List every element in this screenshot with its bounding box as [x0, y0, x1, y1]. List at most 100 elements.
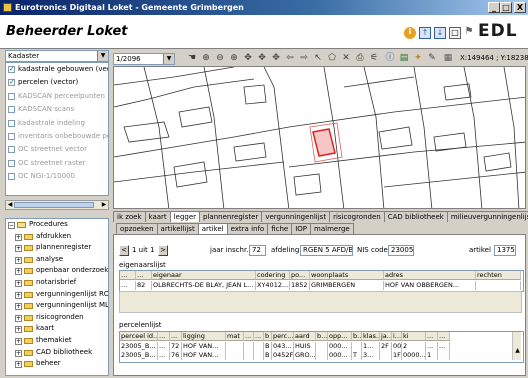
- import-icon[interactable]: ↓: [434, 27, 446, 39]
- sub-tab[interactable]: extra info: [226, 223, 269, 234]
- tree-item[interactable]: + themakiet: [6, 335, 108, 347]
- layer-item[interactable]: ✓ kadastrale gebouwen (vect: [6, 63, 108, 76]
- info-tool-icon[interactable]: ⓘ: [384, 52, 396, 64]
- column-header[interactable]: ...: [136, 271, 152, 280]
- info-icon[interactable]: i: [404, 27, 416, 39]
- artikel-field[interactable]: 1375: [494, 245, 516, 256]
- measure-icon[interactable]: ⚟: [368, 52, 380, 64]
- column-header[interactable]: woonplaats: [310, 271, 384, 280]
- layer-checkbox[interactable]: [8, 92, 15, 100]
- column-header[interactable]: aard: [294, 332, 316, 341]
- column-header[interactable]: b...: [316, 332, 328, 341]
- column-header[interactable]: ja...: [380, 332, 392, 341]
- layer-item[interactable]: ✓ percelen (vector): [6, 76, 108, 89]
- expand-icon[interactable]: +: [15, 349, 22, 357]
- tree-item[interactable]: + beheer: [6, 358, 108, 370]
- column-header[interactable]: adres: [384, 271, 476, 280]
- nis-field[interactable]: 23005: [388, 245, 414, 256]
- tree-item[interactable]: + kaart: [6, 323, 108, 335]
- minimize-button[interactable]: _: [488, 2, 500, 13]
- tree-item[interactable]: + plannenregister: [6, 242, 108, 254]
- scale-select[interactable]: 1/2096 ▼: [113, 53, 175, 65]
- layers-icon[interactable]: ▤: [398, 52, 410, 64]
- column-header[interactable]: opp...: [328, 332, 352, 341]
- select-arrow-icon[interactable]: ↖: [312, 52, 324, 64]
- table-row[interactable]: ... 82 OLBRECHTS-DE BLAY, JEAN L... XY4012.…: [120, 281, 523, 290]
- tree-item[interactable]: + vergunningenlijst RO: [6, 289, 108, 301]
- layer-checkbox[interactable]: ✓: [8, 66, 15, 73]
- column-header[interactable]: b...: [352, 332, 362, 341]
- expand-icon[interactable]: +: [15, 326, 22, 334]
- layer-item[interactable]: OC streetnet vector: [6, 143, 108, 156]
- main-tab[interactable]: kaart: [144, 211, 171, 222]
- zoom-window-icon[interactable]: ⊕: [228, 52, 240, 64]
- column-header[interactable]: ...: [158, 332, 170, 341]
- sub-tab[interactable]: artikellijst: [156, 223, 199, 234]
- tree-item[interactable]: + vergunningenlijst ML: [6, 300, 108, 312]
- layer-item[interactable]: KADSCAN perceelpunten: [6, 90, 108, 103]
- main-tab[interactable]: CAD bibliotheek: [383, 211, 448, 222]
- expand-icon[interactable]: +: [15, 337, 22, 345]
- sub-tab[interactable]: opzoeken: [116, 223, 158, 234]
- column-header[interactable]: b: [264, 332, 272, 341]
- column-header[interactable]: perceel id...: [120, 332, 158, 341]
- print-icon[interactable]: ⎙: [354, 52, 366, 64]
- column-header[interactable]: ...: [438, 332, 450, 341]
- scrollbar-thumb[interactable]: [14, 202, 94, 208]
- column-header[interactable]: codering: [256, 271, 290, 280]
- zoom-extent-icon[interactable]: ✥: [242, 52, 254, 64]
- column-header[interactable]: ...: [170, 332, 182, 341]
- collapse-icon[interactable]: −: [8, 222, 15, 229]
- layer-item[interactable]: OC NGI-1/10000: [6, 170, 108, 183]
- layer-checkbox[interactable]: [8, 159, 15, 167]
- layer-list-scrollbar[interactable]: ◀ ▶: [5, 200, 109, 210]
- tree-item[interactable]: + afdrukken: [6, 231, 108, 243]
- column-header[interactable]: ...: [426, 332, 438, 341]
- expand-icon[interactable]: +: [15, 256, 22, 264]
- tree-item[interactable]: + notarisbrief: [6, 277, 108, 289]
- expand-icon[interactable]: +: [15, 314, 22, 322]
- main-tab[interactable]: vergunningenlijst: [261, 211, 331, 222]
- close-button[interactable]: X: [514, 2, 526, 13]
- layer-checkbox[interactable]: ✓: [8, 79, 15, 87]
- layer-checkbox[interactable]: [8, 146, 15, 154]
- window-icon[interactable]: □: [449, 27, 461, 39]
- column-header[interactable]: klas...: [362, 332, 380, 341]
- zoom-out-icon[interactable]: ⊖: [214, 52, 226, 64]
- pan-hand-icon[interactable]: ☚: [186, 52, 198, 64]
- tree-item[interactable]: + CAD bibliotheek: [6, 347, 108, 359]
- layer-checkbox[interactable]: [8, 119, 15, 127]
- table-row[interactable]: 23005_B...... 76 HOF VAN... B 0452F GRO... 000…: [120, 351, 523, 360]
- clear-selection-icon[interactable]: ✕: [340, 52, 352, 64]
- column-header[interactable]: ...: [244, 332, 254, 341]
- maximize-button[interactable]: □: [500, 2, 512, 13]
- expand-icon[interactable]: +: [15, 245, 22, 253]
- layer-checkbox[interactable]: [8, 132, 15, 140]
- layer-group-select[interactable]: Kadaster ▼: [5, 50, 109, 62]
- sub-tab[interactable]: malmerge: [310, 223, 354, 234]
- previous-view-icon[interactable]: ⇦: [284, 52, 296, 64]
- grid-icon[interactable]: ▦: [442, 52, 454, 64]
- scroll-left-icon[interactable]: ◀: [6, 201, 14, 209]
- select-polygon-icon[interactable]: ⬠: [326, 52, 338, 64]
- jaar-field[interactable]: 72: [249, 245, 266, 256]
- sub-tab[interactable]: fiche: [267, 223, 293, 234]
- main-tab[interactable]: legger: [169, 211, 201, 222]
- main-tab[interactable]: risicogronden: [329, 211, 385, 222]
- column-header[interactable]: ...: [254, 332, 264, 341]
- layer-item[interactable]: OC streetnet raster: [6, 157, 108, 170]
- next-view-icon[interactable]: ⇨: [298, 52, 310, 64]
- expand-icon[interactable]: +: [15, 268, 22, 276]
- tree-item[interactable]: + openbaar onderzoek: [6, 265, 108, 277]
- export-icon[interactable]: ↑: [419, 27, 431, 39]
- tree-root[interactable]: − Procedures: [6, 219, 108, 231]
- sub-tab[interactable]: artikel: [197, 223, 228, 234]
- prev-button[interactable]: <: [119, 245, 129, 256]
- layer-checkbox[interactable]: [8, 106, 15, 114]
- selected-parcel[interactable]: [312, 128, 336, 157]
- tree-item[interactable]: + risicogronden: [6, 312, 108, 324]
- zoom-in-icon[interactable]: ⊕: [200, 52, 212, 64]
- scroll-right-icon[interactable]: ▶: [100, 201, 108, 209]
- scroll-up-icon[interactable]: ▲: [513, 347, 522, 354]
- layer-item[interactable]: KADSCAN scans: [6, 103, 108, 116]
